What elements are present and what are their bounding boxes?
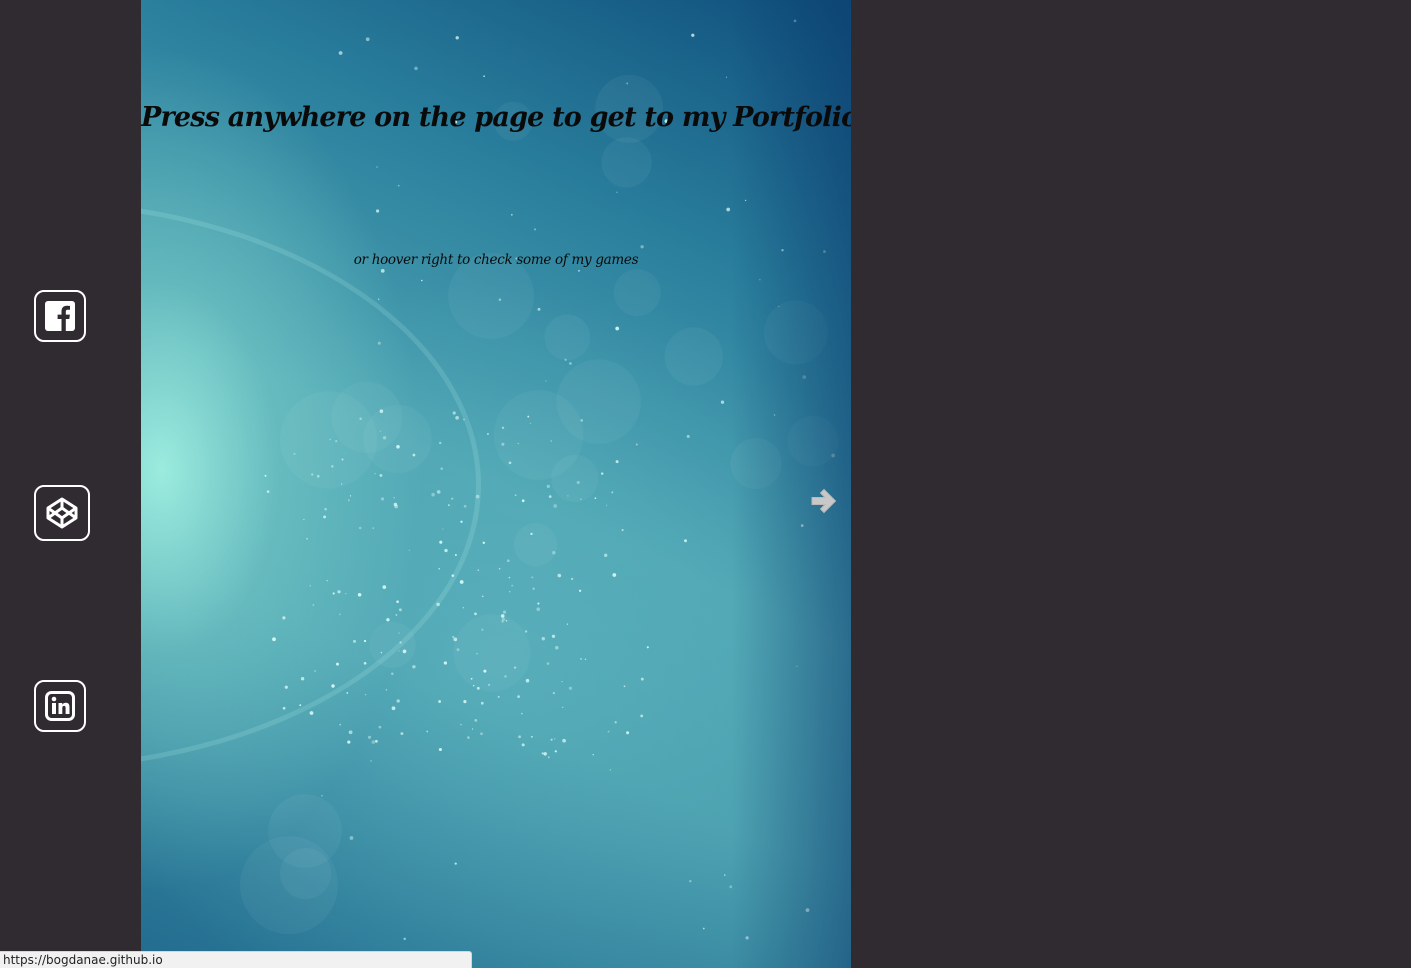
page: Press anywhere on the page to get to my …: [0, 0, 1411, 968]
page-title: Press anywhere on the page to get to my …: [141, 102, 851, 133]
sparkle-background: [240, 19, 839, 941]
codepen-link[interactable]: [34, 485, 90, 541]
facebook-icon: [45, 301, 75, 331]
status-bar-url: https://bogdanae.github.io: [0, 951, 472, 968]
light-arc: [141, 200, 481, 770]
linkedin-link[interactable]: [34, 680, 86, 732]
linkedin-icon: [45, 691, 75, 721]
arrow-right-icon: [810, 488, 840, 520]
codepen-icon: [45, 496, 79, 530]
portfolio-panel[interactable]: Press anywhere on the page to get to my …: [141, 0, 851, 968]
facebook-link[interactable]: [34, 290, 86, 342]
next-arrow[interactable]: [810, 486, 840, 516]
page-subtitle: or hoover right to check some of my game…: [353, 252, 639, 268]
social-sidebar: [0, 0, 141, 968]
